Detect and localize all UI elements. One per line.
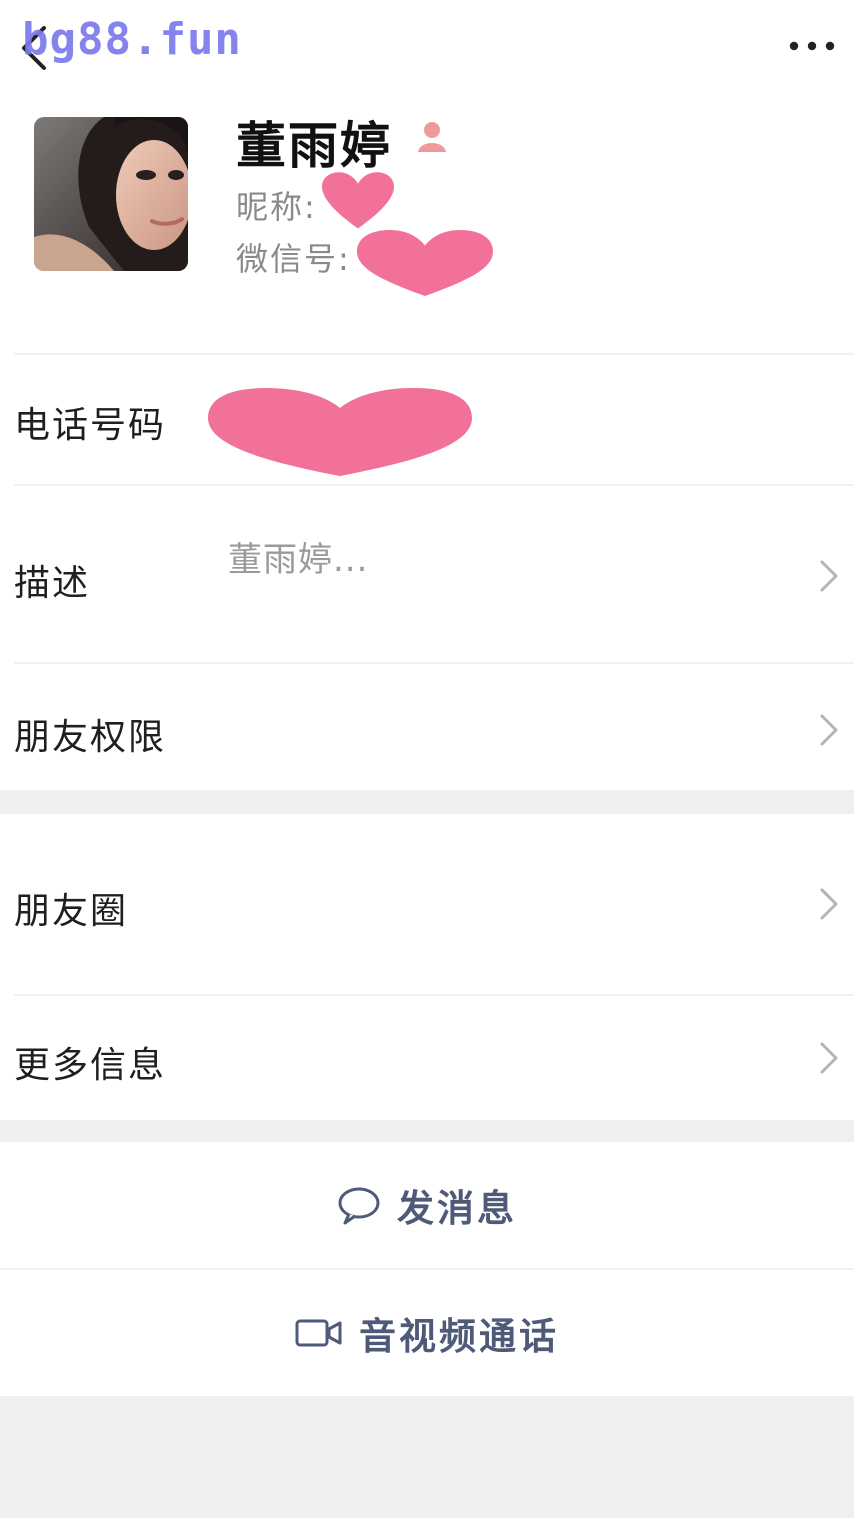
send-message-button[interactable]: 发消息 — [0, 1142, 854, 1268]
chevron-right-icon — [820, 714, 838, 746]
heart-sticker-wechat-id — [357, 230, 493, 297]
section-gap — [0, 1120, 854, 1142]
wechat-id-label: 微信号: — [236, 240, 351, 278]
female-user-icon — [418, 122, 446, 152]
description-row[interactable]: 描述 董雨婷... — [0, 486, 854, 662]
send-message-label: 发消息 — [397, 1187, 517, 1230]
video-call-label: 音视频通话 — [359, 1315, 559, 1358]
phone-label: 电话号码 — [14, 405, 167, 446]
chevron-right-icon — [820, 888, 838, 920]
description-label: 描述 — [14, 563, 91, 604]
friend-permissions-row[interactable]: 朋友权限 — [0, 664, 854, 790]
bottom-background — [0, 1396, 854, 1518]
video-camera-icon — [295, 1319, 342, 1347]
contact-name: 董雨婷 — [236, 117, 392, 175]
more-options-button[interactable] — [784, 26, 840, 66]
heart-sticker-nickname — [322, 172, 394, 229]
more-dots-icon — [789, 41, 835, 51]
section-gap — [0, 790, 854, 814]
chevron-left-icon — [22, 26, 46, 70]
description-value: 董雨婷... — [228, 540, 369, 580]
moments-row[interactable]: 朋友圈 — [0, 814, 854, 994]
nickname-label: 昵称: — [236, 188, 317, 226]
chevron-right-icon — [820, 1042, 838, 1074]
more-info-row[interactable]: 更多信息 — [0, 996, 854, 1120]
friend-permissions-label: 朋友权限 — [14, 717, 167, 758]
more-info-label: 更多信息 — [14, 1045, 167, 1086]
heart-sticker-phone — [208, 388, 472, 476]
divider — [14, 353, 854, 355]
phone-row[interactable]: 电话号码 — [0, 356, 854, 484]
top-bar — [0, 0, 854, 96]
avatar[interactable] — [34, 117, 188, 271]
chat-bubble-icon — [338, 1187, 380, 1225]
moments-label: 朋友圈 — [14, 891, 129, 932]
profile-card: 董雨婷 昵称: 微信号: — [0, 96, 854, 354]
chevron-right-icon — [820, 560, 838, 592]
video-call-button[interactable]: 音视频通话 — [0, 1270, 854, 1396]
back-button[interactable] — [14, 20, 54, 76]
